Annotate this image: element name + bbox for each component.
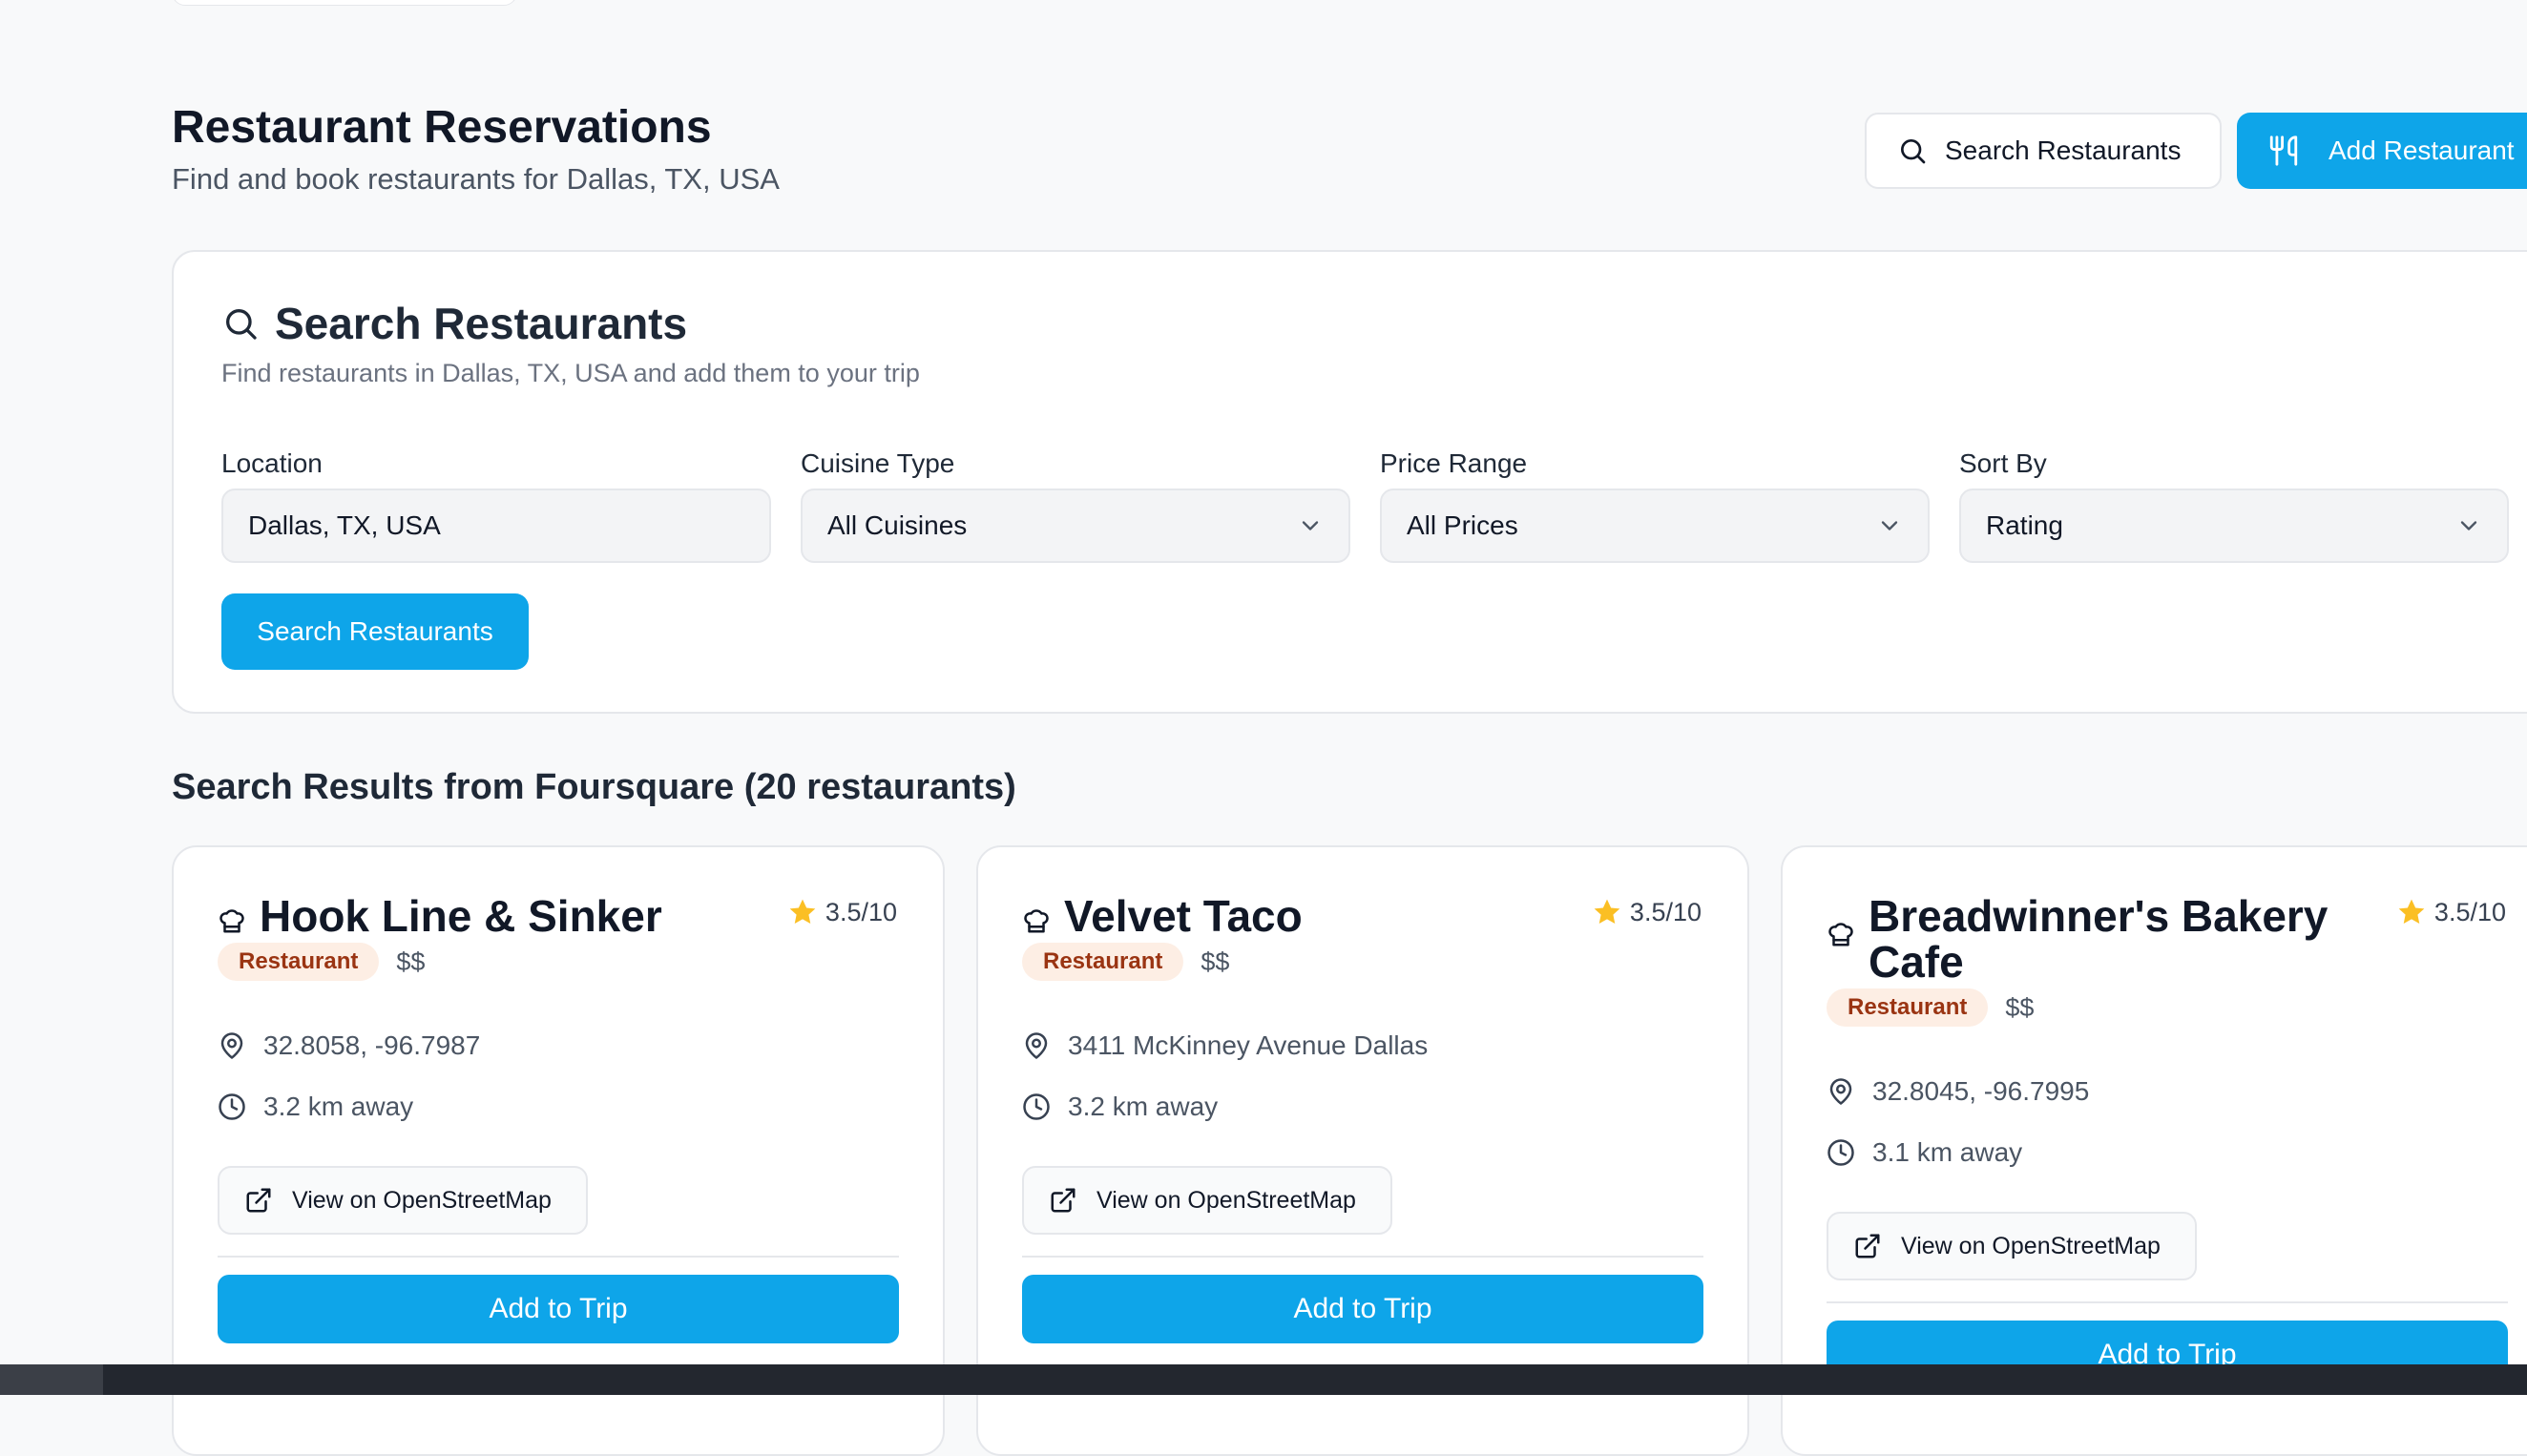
card-divider	[1022, 1256, 1703, 1258]
location-input-box[interactable]	[221, 489, 771, 563]
add-restaurant-button[interactable]: Add Restaurant	[2237, 113, 2527, 189]
location-text: 3411 McKinney Avenue Dallas	[1068, 1030, 1429, 1060]
view-on-map-label: View on OpenStreetMap	[1901, 1232, 2161, 1259]
chevron-down-icon	[1876, 512, 1903, 539]
utensils-icon	[2267, 135, 2300, 167]
rating: 3.5/10	[2396, 897, 2506, 927]
price-level: $$	[1201, 946, 1230, 976]
map-pin-icon	[1022, 1031, 1051, 1060]
tags-row: Restaurant $$	[218, 943, 425, 981]
chevron-down-icon	[1297, 512, 1324, 539]
page-subtitle: Find and book restaurants for Dallas, TX…	[172, 162, 780, 196]
view-on-map-button[interactable]: View on OpenStreetMap	[218, 1166, 588, 1235]
view-on-map-label: View on OpenStreetMap	[292, 1186, 552, 1214]
card-divider	[1827, 1301, 2508, 1303]
category-badge: Restaurant	[218, 943, 380, 981]
view-on-map-label: View on OpenStreetMap	[1096, 1186, 1356, 1214]
clock-icon	[1022, 1092, 1051, 1121]
restaurant-name-text: Hook Line & Sinker	[260, 891, 662, 941]
results-title: Search Results from Foursquare (20 resta…	[172, 767, 1016, 807]
add-to-trip-button[interactable]: Add to Trip	[1022, 1275, 1703, 1343]
sort-field: Sort By Rating	[1959, 448, 2509, 563]
card-divider	[218, 1256, 899, 1258]
tags-row: Restaurant $$	[1022, 943, 1229, 981]
add-restaurant-label: Add Restaurant	[2329, 135, 2515, 165]
rating: 3.5/10	[787, 897, 897, 927]
sort-select[interactable]: Rating	[1959, 489, 2509, 563]
clock-icon	[1827, 1138, 1855, 1167]
location-input[interactable]	[248, 510, 744, 541]
location-line: 3411 McKinney Avenue Dallas	[1022, 1030, 1428, 1061]
location-text: 32.8058, -96.7987	[263, 1030, 481, 1060]
cuisine-select-value: All Cuisines	[827, 510, 968, 540]
sort-label: Sort By	[1959, 448, 2047, 478]
search-panel-title: Search Restaurants	[221, 298, 687, 349]
search-panel: Search Restaurants Find restaurants in D…	[172, 250, 2527, 714]
distance-text: 3.1 km away	[1872, 1137, 2023, 1167]
tags-row: Restaurant $$	[1827, 988, 2034, 1027]
rating: 3.5/10	[1592, 897, 1702, 927]
map-pin-icon	[1827, 1077, 1855, 1106]
category-badge: Restaurant	[1022, 943, 1184, 981]
view-on-map-button[interactable]: View on OpenStreetMap	[1022, 1166, 1392, 1235]
clock-icon	[218, 1092, 246, 1121]
external-link-icon	[1853, 1232, 1882, 1260]
distance-text: 3.2 km away	[1068, 1092, 1219, 1121]
price-level: $$	[2005, 992, 2035, 1022]
chef-hat-icon	[1022, 906, 1051, 935]
location-line: 32.8045, -96.7995	[1827, 1076, 2089, 1107]
price-select-value: All Prices	[1407, 510, 1518, 540]
cuisine-label: Cuisine Type	[801, 448, 955, 478]
chef-hat-icon	[1827, 920, 1855, 948]
restaurant-name: Hook Line & Sinker	[218, 893, 733, 939]
rating-value: 3.5/10	[2433, 897, 2506, 926]
cuisine-select[interactable]: All Cuisines	[801, 489, 1350, 563]
header-search-button[interactable]: Search Restaurants	[1865, 113, 2222, 189]
restaurant-name-text: Breadwinner's Bakery Cafe	[1869, 891, 2329, 987]
price-level: $$	[396, 946, 426, 976]
distance-text: 3.2 km away	[263, 1092, 414, 1121]
add-to-trip-button[interactable]: Add to Trip	[218, 1275, 899, 1343]
location-line: 32.8058, -96.7987	[218, 1030, 480, 1061]
search-panel-title-text: Search Restaurants	[275, 299, 688, 348]
category-badge: Restaurant	[1827, 988, 1989, 1027]
sort-select-value: Rating	[1986, 510, 2063, 540]
star-icon	[2396, 897, 2427, 927]
price-label: Price Range	[1380, 448, 1528, 478]
view-on-map-button[interactable]: View on OpenStreetMap	[1827, 1212, 2197, 1280]
chevron-down-icon	[2455, 512, 2482, 539]
star-icon	[1592, 897, 1622, 927]
restaurant-name: Breadwinner's Bakery Cafe	[1827, 893, 2342, 985]
search-panel-subtitle: Find restaurants in Dallas, TX, USA and …	[221, 359, 920, 387]
map-pin-icon	[218, 1031, 246, 1060]
restaurant-name-text: Velvet Taco	[1064, 891, 1303, 941]
distance-line: 3.2 km away	[1022, 1092, 1218, 1122]
search-icon	[221, 304, 260, 343]
location-field: Location	[221, 448, 771, 563]
price-field: Price Range All Prices	[1380, 448, 1930, 563]
distance-line: 3.2 km away	[218, 1092, 413, 1122]
rating-value: 3.5/10	[1629, 897, 1702, 926]
star-icon	[787, 897, 818, 927]
external-link-icon	[1049, 1186, 1077, 1215]
restaurant-name: Velvet Taco	[1022, 893, 1537, 939]
page-title: Restaurant Reservations	[172, 102, 712, 153]
rating-value: 3.5/10	[825, 897, 897, 926]
search-restaurants-button[interactable]: Search Restaurants	[221, 593, 529, 670]
price-select[interactable]: All Prices	[1380, 489, 1930, 563]
chef-hat-icon	[218, 906, 246, 935]
header-search-label: Search Restaurants	[1945, 135, 2182, 165]
cuisine-field: Cuisine Type All Cuisines	[801, 448, 1350, 563]
bottom-taskbar	[0, 1364, 2527, 1395]
taskbar-block	[0, 1364, 103, 1395]
top-partial-element	[172, 0, 517, 6]
search-icon	[1897, 135, 1928, 166]
location-label: Location	[221, 448, 323, 478]
location-text: 32.8045, -96.7995	[1872, 1076, 2090, 1106]
distance-line: 3.1 km away	[1827, 1137, 2022, 1168]
external-link-icon	[244, 1186, 273, 1215]
